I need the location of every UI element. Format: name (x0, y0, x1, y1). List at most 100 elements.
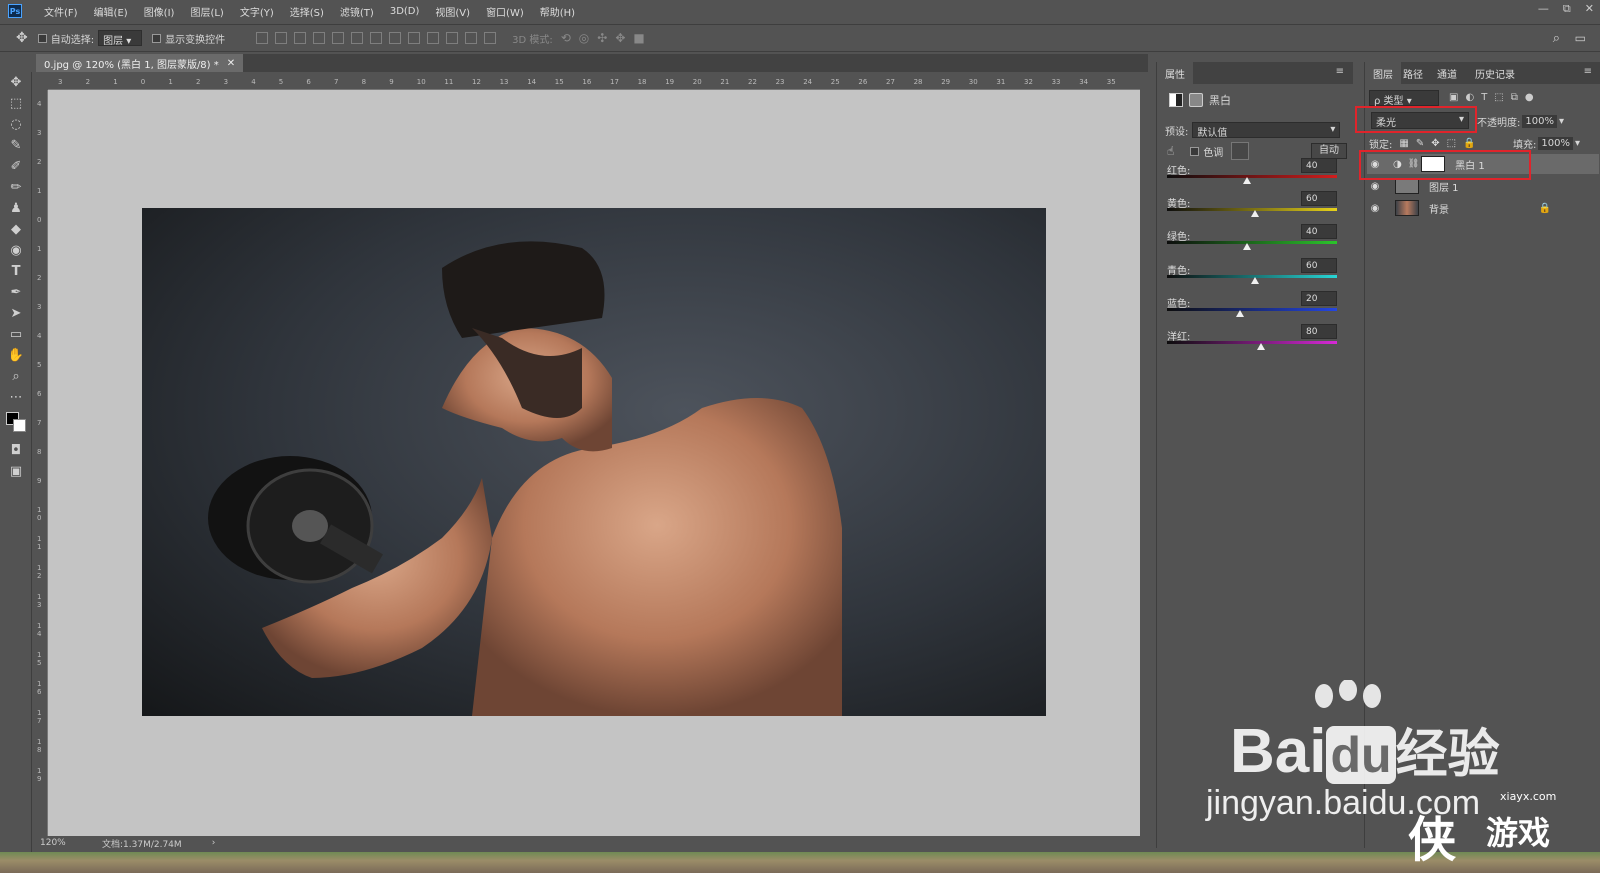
filter-shape-icon[interactable]: ⬚ (1494, 92, 1503, 103)
restore-button[interactable]: ⧉ (1563, 2, 1571, 16)
align-vcenter-icon[interactable] (275, 32, 288, 44)
slider-thumb-icon[interactable] (1242, 177, 1251, 184)
slider-thumb-icon[interactable] (1250, 277, 1259, 284)
distribute-bottom-icon[interactable] (408, 32, 421, 44)
filter-toggle-icon[interactable]: ● (1525, 92, 1534, 103)
distribute-vcenter-icon[interactable] (389, 32, 402, 44)
filter-type-icon[interactable]: T (1481, 92, 1487, 103)
lock-transparent-icon[interactable]: ▦ (1399, 138, 1408, 149)
3d-camera-icon[interactable]: ■ (633, 31, 644, 45)
auto-select-dropdown[interactable]: 图层 ▾ (98, 30, 143, 47)
quick-mask-icon[interactable]: ◘ (0, 440, 32, 461)
layers-panel-menu-icon[interactable]: ≡ (1584, 66, 1592, 77)
slider-value-input[interactable]: 40 (1301, 224, 1337, 239)
hand-tool-icon[interactable]: ✋ (0, 345, 32, 366)
type-tool-icon[interactable]: T (0, 261, 32, 282)
mask-icon[interactable] (1189, 93, 1203, 107)
preset-dropdown[interactable]: 默认值 ▾ (1192, 122, 1341, 139)
slider-thumb-icon[interactable] (1257, 343, 1266, 350)
slider-value-input[interactable]: 20 (1301, 291, 1337, 306)
menu-image[interactable]: 图像(I) (136, 4, 183, 19)
more-tools-icon[interactable]: ⋯ (0, 387, 32, 408)
lock-position-icon[interactable]: ✥ (1431, 138, 1439, 149)
align-bottom-icon[interactable] (294, 32, 307, 44)
lock-artboard-icon[interactable]: ⬚ (1447, 138, 1456, 149)
eyedropper-tool-icon[interactable]: ✐ (0, 156, 32, 177)
visibility-eye-icon[interactable]: ◉ (1367, 181, 1383, 192)
lasso-tool-icon[interactable]: ◌ (0, 114, 32, 135)
slider-value-input[interactable]: 80 (1301, 324, 1337, 339)
auto-align-icon[interactable] (484, 32, 497, 44)
fill-input[interactable]: 100% (1538, 137, 1573, 150)
rectangle-tool-icon[interactable]: ▭ (0, 324, 32, 345)
3d-pan-icon[interactable]: ✣ (597, 31, 607, 45)
lock-all-icon[interactable]: 🔒 (1463, 138, 1475, 149)
slider-track[interactable] (1167, 341, 1337, 344)
color-swatches-icon[interactable] (0, 408, 32, 440)
menu-layer[interactable]: 图层(L) (182, 4, 231, 19)
menu-filter[interactable]: 滤镜(T) (332, 4, 382, 19)
menu-window[interactable]: 窗口(W) (478, 4, 532, 19)
filter-pixel-icon[interactable]: ▣ (1449, 92, 1458, 103)
layer-name[interactable]: 图层 1 (1429, 179, 1459, 194)
quick-select-tool-icon[interactable]: ✎ (0, 135, 32, 156)
align-top-icon[interactable] (256, 32, 269, 44)
paint-bucket-tool-icon[interactable]: ◉ (0, 240, 32, 261)
fill-arrow-icon[interactable]: ▾ (1575, 138, 1580, 149)
document-image[interactable] (142, 208, 1046, 716)
distribute-right-icon[interactable] (465, 32, 478, 44)
layer-name[interactable]: 背景 (1429, 201, 1449, 216)
targeted-adjustment-icon[interactable]: ☝ (1167, 144, 1174, 158)
workspace-icon[interactable]: ▭ (1575, 31, 1586, 45)
path-select-tool-icon[interactable]: ➤ (0, 303, 32, 324)
distribute-top-icon[interactable] (370, 32, 383, 44)
filter-smart-icon[interactable]: ⧉ (1511, 92, 1518, 103)
status-arrow-icon[interactable]: › (212, 838, 216, 848)
lock-pixels-icon[interactable]: ✎ (1416, 138, 1424, 149)
slider-track[interactable] (1167, 241, 1337, 244)
marquee-tool-icon[interactable]: ⬚ (0, 93, 32, 114)
opacity-arrow-icon[interactable]: ▾ (1559, 116, 1564, 127)
3d-roll-icon[interactable]: ◎ (579, 31, 589, 45)
search-icon[interactable]: ⌕ (1553, 31, 1560, 46)
tint-color-swatch[interactable] (1231, 142, 1250, 160)
layer-filter-dropdown[interactable]: ρ 类型 ▾ (1369, 90, 1439, 107)
menu-3d[interactable]: 3D(D) (382, 6, 428, 17)
photoshop-logo-icon[interactable]: Ps (8, 4, 22, 18)
brush-tool-icon[interactable]: ✏ (0, 177, 32, 198)
move-tool-icon[interactable]: ✥ (0, 72, 32, 93)
layer-thumbnail[interactable] (1395, 200, 1419, 216)
slider-thumb-icon[interactable] (1236, 310, 1245, 317)
tab-history[interactable]: 历史记录 (1467, 62, 1523, 84)
slider-track[interactable] (1167, 308, 1337, 311)
tint-checkbox[interactable] (1190, 146, 1200, 156)
slider-thumb-icon[interactable] (1242, 243, 1251, 250)
menu-select[interactable]: 选择(S) (282, 4, 332, 19)
move-tool-icon[interactable]: ✥ (16, 30, 28, 46)
minimize-button[interactable]: — (1538, 2, 1549, 16)
align-right-icon[interactable] (351, 32, 364, 44)
visibility-eye-icon[interactable]: ◉ (1367, 203, 1383, 214)
menu-type[interactable]: 文字(Y) (232, 4, 282, 19)
auto-select-checkbox[interactable] (37, 33, 47, 43)
close-button[interactable]: ✕ (1585, 2, 1594, 16)
eraser-tool-icon[interactable]: ◆ (0, 219, 32, 240)
layer-row-background[interactable]: ◉ 背景 🔒 (1367, 198, 1551, 218)
canvas-area[interactable] (48, 90, 1140, 836)
menu-view[interactable]: 视图(V) (427, 4, 478, 19)
menu-help[interactable]: 帮助(H) (532, 4, 583, 19)
close-tab-icon[interactable]: ✕ (227, 58, 235, 69)
3d-slide-icon[interactable]: ✥ (615, 31, 625, 45)
show-transform-checkbox[interactable] (152, 33, 162, 43)
3d-orbit-icon[interactable]: ⟲ (561, 31, 571, 45)
slider-track[interactable] (1167, 175, 1337, 178)
slider-value-input[interactable]: 60 (1301, 258, 1337, 273)
tab-properties[interactable]: 属性 (1157, 62, 1193, 84)
screen-mode-icon[interactable]: ▣ (0, 461, 32, 482)
auto-button[interactable]: 自动 (1311, 143, 1347, 159)
layer-thumbnail[interactable] (1395, 178, 1419, 194)
align-left-icon[interactable] (313, 32, 326, 44)
document-tab[interactable]: 0.jpg @ 120% (黑白 1, 图层蒙版/8) * ✕ (36, 54, 244, 72)
slider-value-input[interactable]: 40 (1301, 158, 1337, 173)
menu-file[interactable]: 文件(F) (36, 4, 86, 19)
